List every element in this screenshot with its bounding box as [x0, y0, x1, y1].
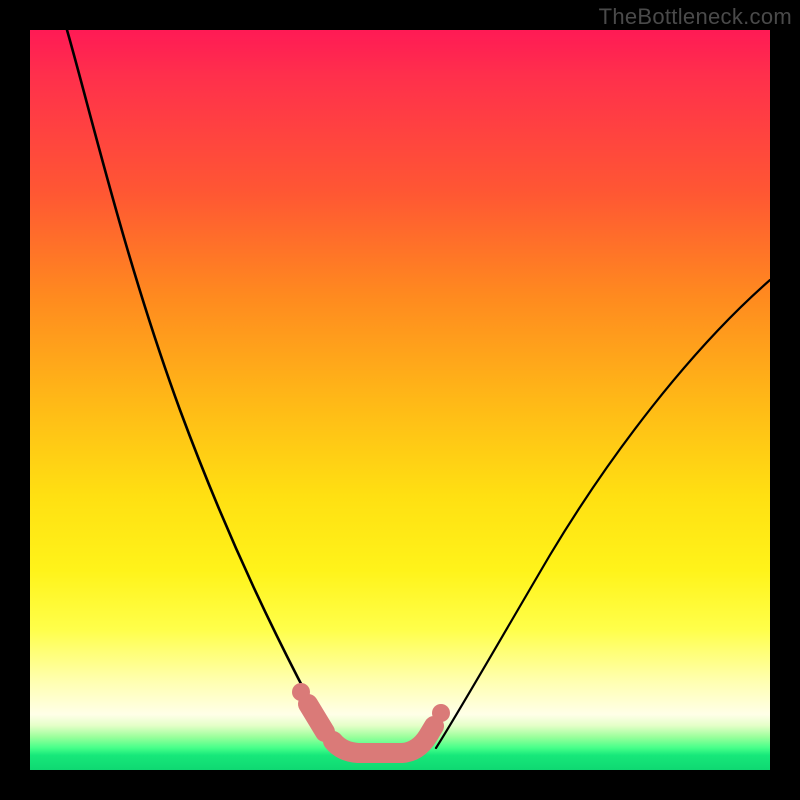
valley-marker-main	[333, 726, 434, 753]
plot-area	[30, 30, 770, 770]
chart-svg	[30, 30, 770, 770]
valley-marker-left	[308, 704, 325, 732]
valley-dot-right	[432, 704, 450, 722]
chart-frame: TheBottleneck.com	[0, 0, 800, 800]
left-curve	[67, 30, 336, 750]
right-curve	[436, 280, 770, 748]
watermark-text: TheBottleneck.com	[599, 4, 792, 30]
valley-dot-left	[292, 683, 310, 701]
